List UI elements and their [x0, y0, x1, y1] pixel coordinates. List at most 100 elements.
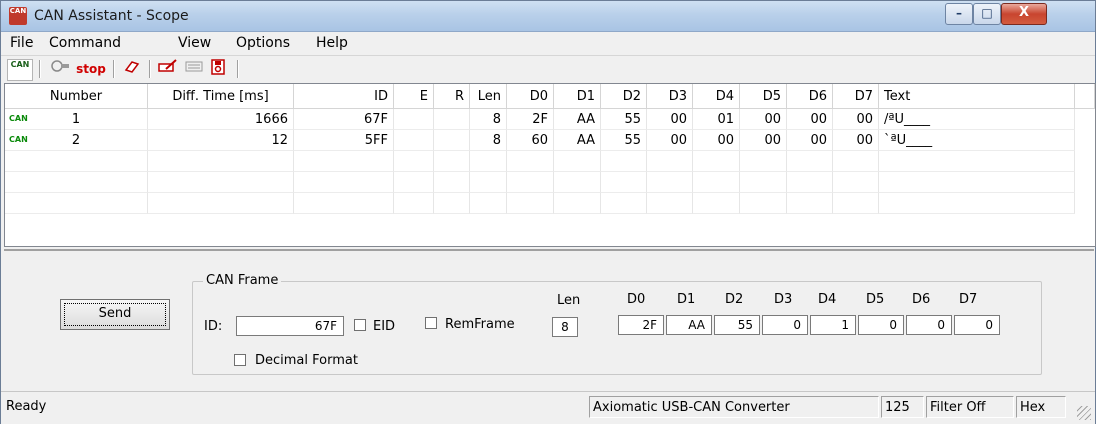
cell-len: 8: [470, 130, 507, 151]
id-label: ID:: [204, 319, 223, 334]
menu-help[interactable]: Help: [316, 35, 348, 51]
maximize-icon: □: [981, 6, 993, 20]
d6-input[interactable]: 0: [906, 315, 952, 335]
cell-text: /ªU____: [879, 109, 1075, 130]
cell-diff-time: 12: [148, 130, 294, 151]
d4-label: D4: [818, 292, 837, 307]
menu-command[interactable]: Command: [49, 35, 121, 51]
col-header-d7[interactable]: D7: [833, 84, 879, 109]
status-bitrate: 125: [881, 396, 924, 418]
col-header-d6[interactable]: D6: [787, 84, 833, 109]
status-ready: Ready: [6, 399, 47, 414]
decimal-format-checkbox[interactable]: [234, 354, 246, 366]
d1-label: D1: [677, 292, 696, 307]
id-input[interactable]: 67F: [236, 316, 344, 336]
col-header-r[interactable]: R: [434, 84, 470, 109]
eid-checkbox[interactable]: [354, 319, 366, 331]
cell-d7: 00: [833, 130, 879, 151]
maximize-button[interactable]: □: [973, 3, 1001, 25]
edit-icon: [158, 59, 177, 72]
col-header-filler: [1075, 84, 1095, 109]
col-header-d1[interactable]: D1: [554, 84, 601, 109]
toolbar-separator: [39, 60, 41, 78]
col-header-d5[interactable]: D5: [740, 84, 787, 109]
close-icon: X: [1018, 5, 1030, 20]
cell-number: 2: [5, 130, 148, 151]
close-button[interactable]: X: [1001, 3, 1047, 25]
save-icon: [211, 59, 225, 75]
cell-d0: 2F: [507, 109, 554, 130]
menu-options[interactable]: Options: [236, 35, 290, 51]
cell-diff-time: 1666: [148, 109, 294, 130]
col-header-d3[interactable]: D3: [647, 84, 693, 109]
list-icon: [185, 61, 203, 72]
cell-d6: 00: [787, 109, 833, 130]
cell-d3: 00: [647, 109, 693, 130]
len-input[interactable]: 8: [552, 317, 578, 337]
col-header-diff-time[interactable]: Diff. Time [ms]: [148, 84, 294, 109]
d0-input[interactable]: 2F: [618, 315, 664, 335]
cell-d3: 00: [647, 130, 693, 151]
col-header-number[interactable]: Number: [5, 84, 148, 109]
connect-button[interactable]: CAN: [7, 59, 33, 81]
col-header-d2[interactable]: D2: [601, 84, 647, 109]
col-header-id[interactable]: ID: [294, 84, 394, 109]
d1-input[interactable]: AA: [666, 315, 712, 335]
cell-d2: 55: [601, 109, 647, 130]
col-header-d4[interactable]: D4: [693, 84, 740, 109]
toolbar-separator: [113, 60, 115, 78]
cell-e: [394, 130, 434, 151]
status-filter: Filter Off: [926, 396, 1014, 418]
d3-label: D3: [774, 292, 793, 307]
remframe-checkbox[interactable]: [425, 317, 437, 329]
d7-input[interactable]: 0: [954, 315, 1000, 335]
scope-button[interactable]: [49, 59, 71, 79]
d2-input[interactable]: 55: [714, 315, 760, 335]
col-header-text[interactable]: Text: [879, 84, 1075, 109]
cell-len: 8: [470, 109, 507, 130]
menu-file[interactable]: File: [10, 35, 33, 51]
clear-button[interactable]: [121, 59, 143, 79]
d2-label: D2: [725, 292, 744, 307]
d7-label: D7: [959, 292, 978, 307]
cell-d1: AA: [554, 109, 601, 130]
app-icon: CAN: [9, 7, 27, 25]
cell-r: [434, 109, 470, 130]
d4-input[interactable]: 1: [810, 315, 856, 335]
d0-label: D0: [627, 292, 646, 307]
cell-d4: 01: [693, 109, 740, 130]
cell-d6: 00: [787, 130, 833, 151]
stop-button[interactable]: stop: [76, 59, 106, 79]
save-button[interactable]: [207, 59, 229, 79]
col-header-d0[interactable]: D0: [507, 84, 554, 109]
d3-input[interactable]: 0: [762, 315, 808, 335]
send-button[interactable]: Send: [60, 299, 170, 330]
menu-view[interactable]: View: [178, 35, 211, 51]
cell-d1: AA: [554, 130, 601, 151]
d5-input[interactable]: 0: [858, 315, 904, 335]
send-panel: Send CAN Frame ID: 67F EID RemFrame Deci…: [4, 249, 1094, 391]
window-title: CAN Assistant - Scope: [34, 8, 189, 24]
scope-icon: [51, 60, 69, 72]
status-bar: Ready Axiomatic USB-CAN Converter 125 Fi…: [1, 391, 1095, 424]
toolbar: CAN stop: [1, 55, 1095, 82]
decimal-format-label: Decimal Format: [255, 353, 358, 368]
message-table[interactable]: Number Diff. Time [ms] ID E R Len D0 D1 …: [4, 83, 1096, 247]
title-bar[interactable]: CAN CAN Assistant - Scope – □ X: [1, 1, 1095, 32]
list-button[interactable]: [183, 59, 205, 79]
resize-grip-icon[interactable]: [1077, 406, 1091, 420]
cell-d2: 55: [601, 130, 647, 151]
col-header-len[interactable]: Len: [470, 84, 507, 109]
d6-label: D6: [912, 292, 931, 307]
minimize-icon: –: [956, 6, 962, 20]
eid-label: EID: [373, 319, 396, 334]
application-window: CAN CAN Assistant - Scope – □ X File Com…: [0, 0, 1096, 424]
d5-label: D5: [866, 292, 885, 307]
minimize-button[interactable]: –: [945, 3, 973, 25]
col-header-e[interactable]: E: [394, 84, 434, 109]
cell-d5: 00: [740, 130, 787, 151]
cell-number: 1: [5, 109, 148, 130]
cell-d5: 00: [740, 109, 787, 130]
edit-button[interactable]: [157, 59, 179, 79]
cell-e: [394, 109, 434, 130]
